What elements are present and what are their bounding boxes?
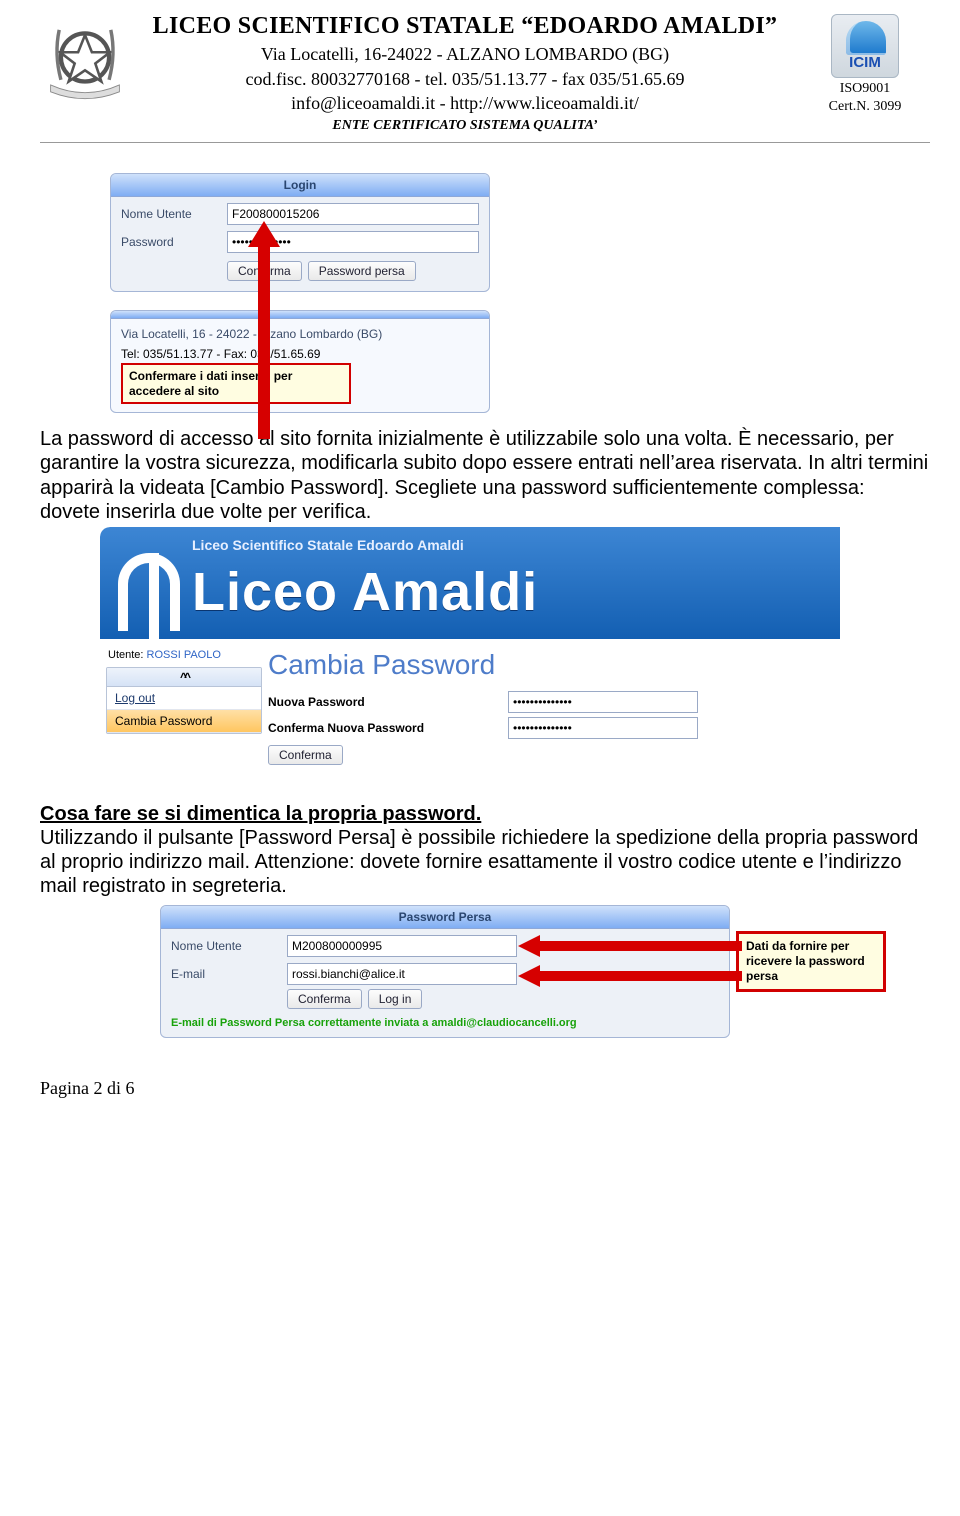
new-password-label: Nuova Password bbox=[268, 695, 498, 709]
confirm-password-label: Conferma Nuova Password bbox=[268, 721, 498, 735]
figure-change-password-screenshot: Liceo Scientifico Statale Edoardo Amaldi… bbox=[100, 527, 930, 789]
letterhead-text: LICEO SCIENTIFICO STATALE “EDOARDO AMALD… bbox=[140, 10, 790, 136]
tooltip-line1: Confermare i dati inseriti per bbox=[129, 369, 292, 383]
password-label: Password bbox=[121, 235, 221, 249]
paragraph-change-password: La password di accesso al sito fornita i… bbox=[40, 427, 930, 525]
lp-email-label: E-mail bbox=[171, 967, 281, 981]
figure-lost-password-screenshot: Password Persa Nome Utente E-mail Confer… bbox=[160, 905, 930, 1038]
paragraph-lost-password: Utilizzando il pulsante [Password Persa]… bbox=[40, 826, 930, 899]
school-contact-2: info@liceoamaldi.it - http://www.liceoam… bbox=[140, 91, 790, 115]
lp-username-input[interactable] bbox=[287, 935, 517, 957]
tooltip-line2: accedere al sito bbox=[129, 384, 219, 398]
chevron-up-icon: ^^ bbox=[180, 670, 188, 684]
page-heading: Cambia Password bbox=[268, 649, 840, 681]
lost-password-panel: Password Persa Nome Utente E-mail Confer… bbox=[160, 905, 730, 1038]
sidebar-collapse-toggle[interactable]: ^^ bbox=[107, 668, 261, 687]
cert-iso: ISO9001 bbox=[840, 80, 891, 98]
section-heading-lost-password: Cosa fare se si dimentica la propria pas… bbox=[40, 803, 930, 826]
dialog-address: Via Locatelli, 16 - 24022 - Alzano Lomba… bbox=[111, 319, 489, 347]
sidebar-item-logout[interactable]: Log out bbox=[107, 687, 261, 710]
arch-logo-icon bbox=[118, 553, 180, 631]
lp-status-message: E-mail di Password Persa correttamente i… bbox=[161, 1015, 729, 1037]
dialog-titlebar bbox=[111, 311, 489, 319]
user-name: ROSSI PAOLO bbox=[147, 649, 221, 661]
lost-password-title: Password Persa bbox=[161, 906, 729, 929]
confirm-dialog: Via Locatelli, 16 - 24022 - Alzano Lomba… bbox=[110, 310, 490, 413]
letterhead: LICEO SCIENTIFICO STATALE “EDOARDO AMALD… bbox=[40, 10, 930, 143]
lp-email-input[interactable] bbox=[287, 963, 517, 985]
sidebar: Utente: ROSSI PAOLO ^^ Log out Cambia Pa… bbox=[100, 639, 268, 789]
figure-login-screenshot: Login Nome Utente Password Conferma Pass… bbox=[110, 173, 930, 413]
school-address: Via Locatelli, 16-24022 - ALZANO LOMBARD… bbox=[140, 42, 790, 66]
password-input[interactable] bbox=[227, 231, 479, 253]
sidebar-item-change-password[interactable]: Cambia Password bbox=[107, 710, 261, 733]
username-label: Nome Utente bbox=[121, 207, 221, 221]
school-contact-1: cod.fisc. 80032770168 - tel. 035/51.13.7… bbox=[140, 67, 790, 91]
login-title: Login bbox=[111, 174, 489, 197]
italian-republic-emblem-icon bbox=[40, 10, 130, 110]
login-panel: Login Nome Utente Password Conferma Pass… bbox=[110, 173, 490, 292]
dialog-tel: Tel: 035/51.13.77 - Fax: 035/51.65.69 bbox=[111, 347, 489, 363]
cert-block: ICIM ISO9001 Cert.N. 3099 bbox=[800, 10, 930, 136]
confirm-password-input[interactable] bbox=[508, 717, 698, 739]
dialog-tooltip: Confermare i dati inseriti per accedere … bbox=[121, 363, 351, 404]
page-number: Pagina 2 di 6 bbox=[40, 1078, 930, 1099]
main-content: Cambia Password Nuova Password Conferma … bbox=[268, 639, 840, 789]
username-input[interactable] bbox=[227, 203, 479, 225]
change-password-confirm-button[interactable]: Conferma bbox=[268, 745, 343, 765]
quality-certification: ENTE CERTIFICATO SISTEMA QUALITA’ bbox=[140, 117, 790, 136]
lp-login-button[interactable]: Log in bbox=[368, 989, 423, 1009]
icim-logo-icon: ICIM bbox=[831, 14, 899, 78]
banner-big-title: Liceo Amaldi bbox=[192, 561, 538, 623]
callout-box: Dati da fornire per ricevere la password… bbox=[736, 931, 886, 992]
lost-password-button[interactable]: Password persa bbox=[308, 261, 416, 281]
site-banner: Liceo Scientifico Statale Edoardo Amaldi… bbox=[100, 527, 840, 639]
school-name: LICEO SCIENTIFICO STATALE “EDOARDO AMALD… bbox=[140, 10, 790, 42]
cert-number: Cert.N. 3099 bbox=[829, 98, 902, 116]
current-user: Utente: ROSSI PAOLO bbox=[108, 649, 262, 661]
lp-username-label: Nome Utente bbox=[171, 939, 281, 953]
new-password-input[interactable] bbox=[508, 691, 698, 713]
confirm-button[interactable]: Conferma bbox=[227, 261, 302, 281]
user-label: Utente: bbox=[108, 649, 143, 661]
lp-confirm-button[interactable]: Conferma bbox=[287, 989, 362, 1009]
banner-small-title: Liceo Scientifico Statale Edoardo Amaldi bbox=[192, 537, 464, 553]
